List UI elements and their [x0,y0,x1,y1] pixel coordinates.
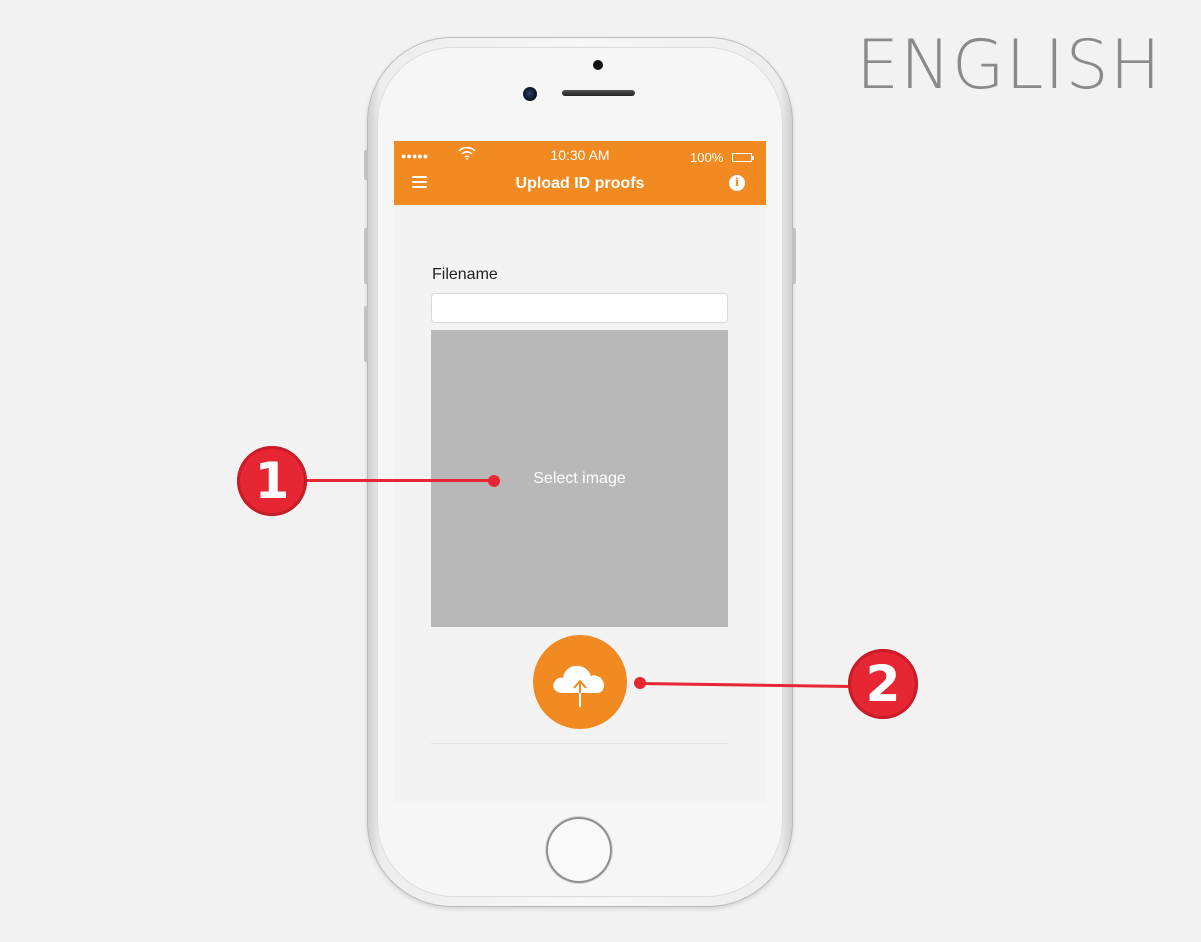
phone-screen: ●●●●● 10:30 AM 100% Upload ID proofs i F… [394,141,766,803]
battery-icon [732,153,754,162]
mute-switch [364,150,368,180]
callout-badge-1: 1 [237,446,307,516]
sensor-dot [593,60,603,70]
info-icon[interactable]: i [729,175,745,191]
front-camera [523,87,537,101]
callout-badge-2: 2 [848,649,918,719]
app-bar: ●●●●● 10:30 AM 100% Upload ID proofs i [394,141,766,205]
divider [431,743,728,744]
upload-button[interactable] [533,635,627,729]
home-button[interactable] [546,817,612,883]
callout-dot-1 [488,475,500,487]
callout-line-1 [300,479,494,482]
cloud-upload-icon [553,665,605,707]
filename-input[interactable] [431,293,728,323]
filename-label: Filename [432,266,498,283]
language-label: ENGLISH [856,26,1162,105]
earpiece-speaker [562,90,635,96]
volume-down-button [364,306,368,362]
app-title: Upload ID proofs [515,175,645,192]
battery-percent: 100% [690,150,724,165]
callout-dot-2 [634,677,646,689]
volume-up-button [364,228,368,284]
power-button [792,228,796,284]
